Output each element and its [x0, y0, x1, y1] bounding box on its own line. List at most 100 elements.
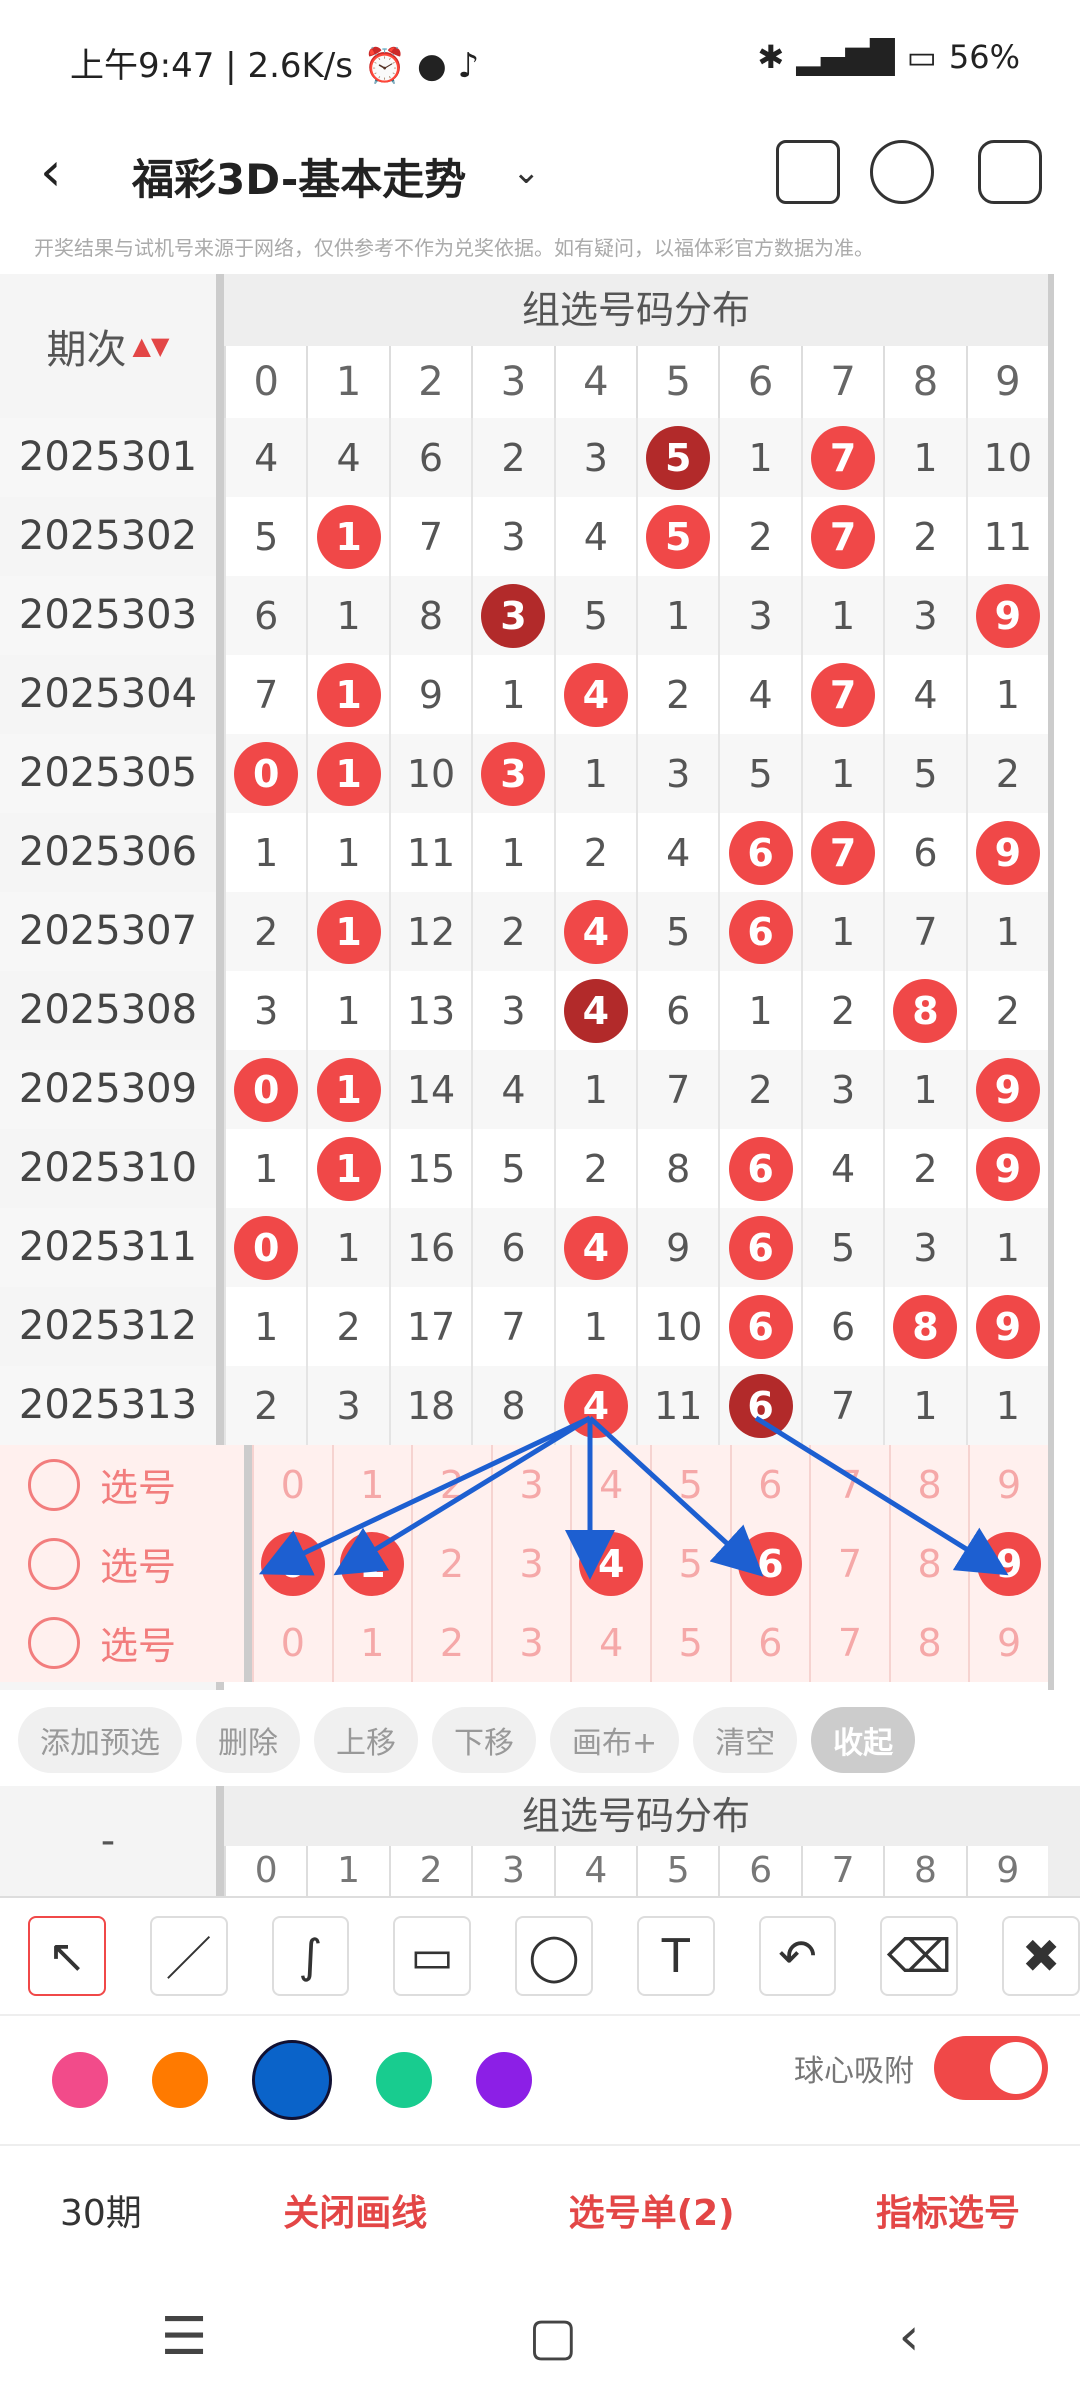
- grid-cell[interactable]: 1: [224, 1129, 306, 1208]
- grid-cell[interactable]: 3: [636, 734, 718, 813]
- action-button[interactable]: 上移: [314, 1707, 418, 1773]
- grid-cell[interactable]: 2: [965, 971, 1048, 1050]
- number-ball[interactable]: 4: [563, 978, 628, 1043]
- radio-icon[interactable]: [28, 1458, 80, 1511]
- grid-cell[interactable]: 1: [306, 971, 388, 1050]
- number-ball[interactable]: 8: [893, 978, 958, 1043]
- number-ball[interactable]: 9: [975, 1294, 1040, 1359]
- number-ball[interactable]: 9: [975, 820, 1040, 885]
- grid-cell[interactable]: 9: [965, 813, 1048, 892]
- number-ball[interactable]: 0: [234, 741, 299, 806]
- grid-cell[interactable]: 7: [883, 892, 965, 971]
- action-button[interactable]: 收起: [811, 1707, 916, 1773]
- grid-cell[interactable]: 4: [553, 971, 636, 1050]
- color-swatch[interactable]: [476, 2052, 532, 2108]
- grid-cell[interactable]: 6: [224, 576, 306, 655]
- number-ball[interactable]: 7: [811, 504, 876, 569]
- grid-cell[interactable]: 2: [306, 1287, 388, 1366]
- grid-cell[interactable]: 1: [306, 734, 388, 813]
- select-cell[interactable]: 2: [411, 1524, 491, 1603]
- grid-cell[interactable]: 2: [800, 971, 883, 1050]
- grid-cell[interactable]: 1: [224, 1287, 306, 1366]
- grid-cell[interactable]: 11: [636, 1366, 718, 1445]
- close-lines-button[interactable]: 关闭画线: [283, 2184, 427, 2236]
- grid-cell[interactable]: 18: [388, 1366, 471, 1445]
- select-cell[interactable]: 5: [649, 1445, 730, 1524]
- select-cell[interactable]: 0: [252, 1445, 332, 1524]
- grid-cell[interactable]: 0: [224, 734, 306, 813]
- select-label[interactable]: 选号: [0, 1603, 244, 1682]
- grid-cell[interactable]: 4: [718, 655, 800, 734]
- grid-cell[interactable]: 12: [388, 892, 471, 971]
- grid-cell[interactable]: 7: [388, 497, 471, 576]
- grid-cell[interactable]: 6: [718, 892, 800, 971]
- grid-cell[interactable]: 1: [471, 655, 553, 734]
- snap-toggle[interactable]: [934, 2036, 1048, 2100]
- grid-cell[interactable]: 1: [306, 813, 388, 892]
- grid-cell[interactable]: 0: [224, 1050, 306, 1129]
- grid-cell[interactable]: 1: [306, 892, 388, 971]
- grid-cell[interactable]: 1: [883, 1366, 965, 1445]
- number-ball[interactable]: 7: [811, 820, 876, 885]
- grid-cell[interactable]: 4: [471, 1050, 553, 1129]
- grid-cell[interactable]: 5: [471, 1129, 553, 1208]
- grid-cell[interactable]: 1: [800, 576, 883, 655]
- home-icon[interactable]: ▢: [528, 2307, 577, 2367]
- select-cell[interactable]: 3: [490, 1524, 571, 1603]
- select-cell[interactable]: 2: [411, 1445, 491, 1524]
- screen-icon[interactable]: [776, 140, 840, 204]
- curve-tool-icon[interactable]: ∫: [271, 1916, 350, 1996]
- select-cell[interactable]: 7: [809, 1603, 889, 1682]
- grid-cell[interactable]: 4: [553, 497, 636, 576]
- grid-cell[interactable]: 7: [800, 813, 883, 892]
- grid-cell[interactable]: 10: [388, 734, 471, 813]
- number-ball[interactable]: 9: [975, 1136, 1040, 1201]
- select-cell[interactable]: 7: [809, 1524, 889, 1603]
- select-cell[interactable]: 2: [411, 1603, 491, 1682]
- grid-cell[interactable]: 4: [800, 1129, 883, 1208]
- grid-cell[interactable]: 2: [553, 813, 636, 892]
- grid-cell[interactable]: 1: [306, 1208, 388, 1287]
- grid-cell[interactable]: 1: [306, 497, 388, 576]
- grid-cell[interactable]: 1: [306, 1129, 388, 1208]
- grid-cell[interactable]: 4: [553, 1208, 636, 1287]
- grid-cell[interactable]: 4: [306, 418, 388, 497]
- grid-cell[interactable]: 8: [388, 576, 471, 655]
- selected-ball[interactable]: 6: [738, 1531, 803, 1596]
- grid-cell[interactable]: 5: [800, 1208, 883, 1287]
- grid-cell[interactable]: 1: [965, 892, 1048, 971]
- grid-cell[interactable]: 17: [388, 1287, 471, 1366]
- grid-cell[interactable]: 7: [636, 1050, 718, 1129]
- select-label[interactable]: 选号: [0, 1524, 244, 1603]
- grid-cell[interactable]: 11: [388, 813, 471, 892]
- number-ball[interactable]: 0: [234, 1215, 299, 1280]
- number-ball[interactable]: 1: [316, 1136, 381, 1201]
- select-cell[interactable]: 8: [888, 1445, 969, 1524]
- grid-cell[interactable]: 6: [636, 971, 718, 1050]
- color-swatch[interactable]: [252, 2040, 332, 2120]
- select-cell[interactable]: 1: [331, 1603, 412, 1682]
- grid-cell[interactable]: 1: [800, 892, 883, 971]
- grid-cell[interactable]: 3: [718, 576, 800, 655]
- action-button[interactable]: 删除: [196, 1707, 300, 1773]
- selected-ball[interactable]: 0: [260, 1531, 325, 1596]
- grid-cell[interactable]: 8: [471, 1366, 553, 1445]
- grid-cell[interactable]: 4: [636, 813, 718, 892]
- grid-cell[interactable]: 9: [965, 1129, 1048, 1208]
- number-ball[interactable]: 1: [316, 1057, 381, 1122]
- number-ball[interactable]: 1: [316, 504, 381, 569]
- grid-cell[interactable]: 5: [636, 892, 718, 971]
- number-ball[interactable]: 5: [646, 425, 711, 490]
- select-label[interactable]: 选号: [0, 1445, 244, 1524]
- grid-cell[interactable]: 9: [965, 576, 1048, 655]
- back-nav-icon[interactable]: ‹: [899, 2307, 920, 2367]
- radio-icon[interactable]: [28, 1537, 80, 1590]
- grid-cell[interactable]: 1: [965, 1366, 1048, 1445]
- select-cell[interactable]: 4: [570, 1445, 650, 1524]
- grid-cell[interactable]: 1: [471, 813, 553, 892]
- grid-cell[interactable]: 6: [718, 1366, 800, 1445]
- select-cell[interactable]: 9: [968, 1524, 1048, 1603]
- select-cell[interactable]: 3: [490, 1445, 571, 1524]
- grid-cell[interactable]: 2: [471, 418, 553, 497]
- grid-cell[interactable]: 9: [388, 655, 471, 734]
